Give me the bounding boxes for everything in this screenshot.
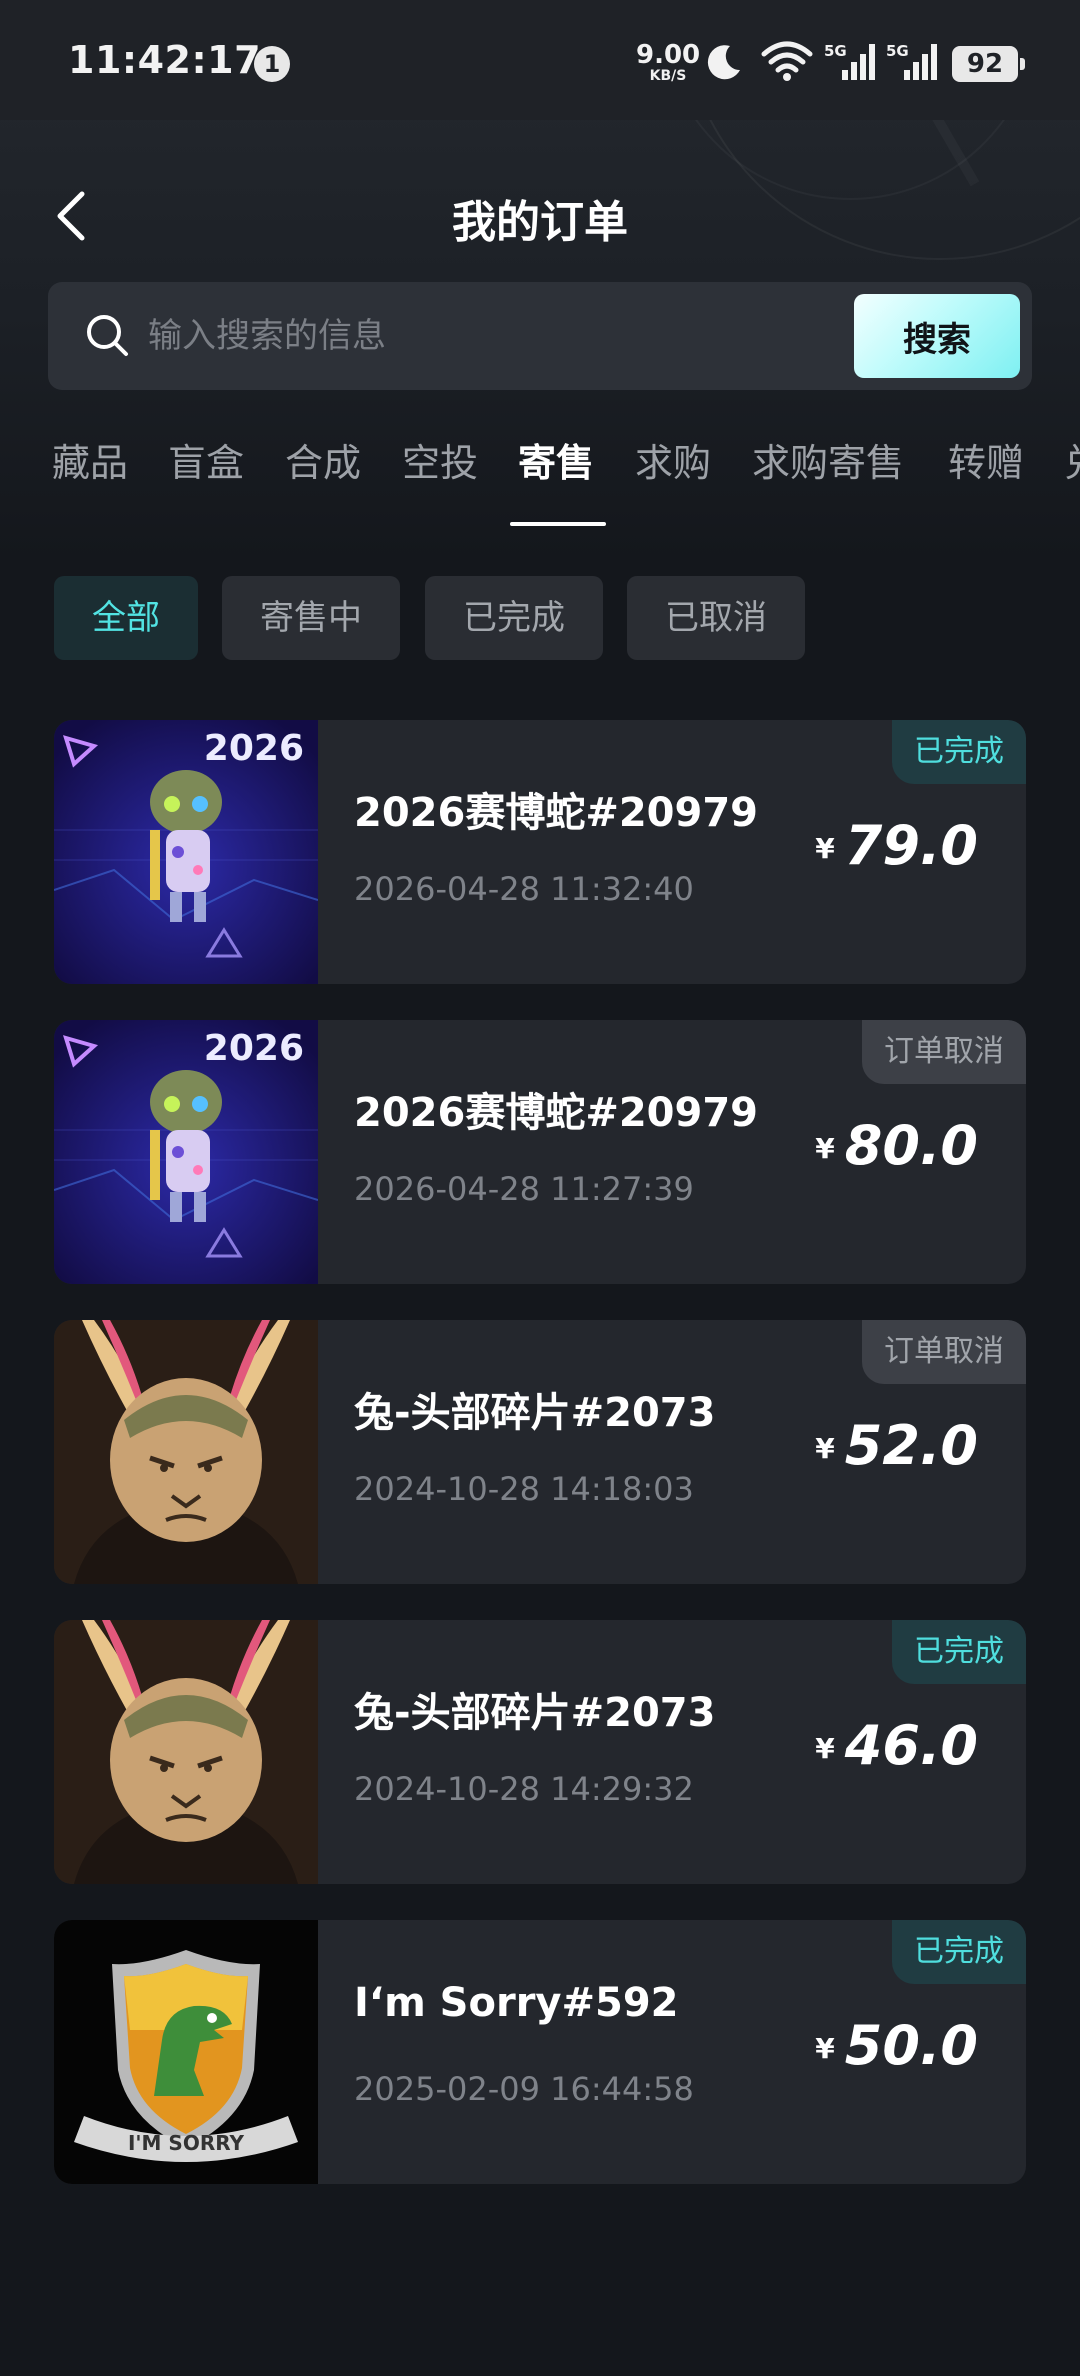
currency-symbol: ¥ <box>815 1732 835 1765</box>
tab-consignment[interactable]: 寄售 <box>518 432 594 487</box>
filter-completed[interactable]: 已完成 <box>425 576 603 660</box>
network-speed: 9.00 KB/S <box>636 42 700 84</box>
nft-thumbnail: I'M SORRY <box>54 1920 318 2184</box>
thumb-label: 2026 <box>204 728 304 769</box>
currency-symbol: ¥ <box>815 832 835 865</box>
tab-exchange[interactable]: 兑 <box>1064 432 1080 487</box>
order-time: 2026-04-28 11:27:39 <box>354 1170 694 1208</box>
order-item-name: 2026赛博蛇#20979 <box>354 790 759 836</box>
order-time: 2024-10-28 14:29:32 <box>354 1770 694 1808</box>
order-time: 2025-02-09 16:44:58 <box>354 2070 694 2108</box>
order-card[interactable]: 2026 2026赛博蛇#20979 2026-04-28 11:32:40 ¥… <box>54 720 1026 984</box>
wifi-icon <box>761 41 813 81</box>
nft-thumbnail: 2026 <box>54 720 318 984</box>
currency-symbol: ¥ <box>815 1432 835 1465</box>
tab-active-indicator <box>510 522 606 526</box>
nft-thumbnail <box>54 1620 318 1884</box>
svg-text:5G: 5G <box>824 42 847 60</box>
order-time: 2026-04-28 11:32:40 <box>354 870 694 908</box>
search-input[interactable] <box>148 306 888 366</box>
status-badge: 已完成 <box>892 720 1026 784</box>
order-item-name: 兔-头部碎片#2073 <box>354 1390 716 1436</box>
thumb-label: 2026 <box>204 1028 304 1069</box>
search-button[interactable]: 搜索 <box>854 294 1020 378</box>
signal-5g-icon: 5G <box>824 42 875 80</box>
price-value: 80.0 <box>844 1114 978 1177</box>
status-time: 11:42:17 <box>68 38 262 82</box>
tab-airdrop[interactable]: 空投 <box>402 432 478 487</box>
network-speed-value: 9.00 <box>636 40 701 70</box>
order-item-name: 兔-头部碎片#2073 <box>354 1690 716 1736</box>
tab-collections[interactable]: 藏品 <box>52 432 128 487</box>
category-tabs: 藏品 盲盒 合成 空投 寄售 求购 求购寄售 转赠 兑 <box>0 424 1080 534</box>
page-title: 我的订单 <box>452 197 628 248</box>
tab-transfer[interactable]: 转赠 <box>948 432 1024 487</box>
currency-symbol: ¥ <box>815 2032 835 2065</box>
order-price: ¥80.0 <box>815 1114 978 1177</box>
filter-cancelled[interactable]: 已取消 <box>627 576 805 660</box>
tab-purchase-request[interactable]: 求购 <box>635 432 711 487</box>
tab-synthesis[interactable]: 合成 <box>285 432 361 487</box>
notification-badge: 1 <box>254 46 290 82</box>
network-speed-unit: KB/S <box>649 68 687 84</box>
svg-text:5G: 5G <box>886 42 909 60</box>
status-bar: 11:42:17 1 9.00 KB/S 5G 5G 92 <box>0 0 1080 120</box>
search-bar: 搜索 <box>48 282 1032 390</box>
tab-purchase-consignment[interactable]: 求购寄售 <box>752 432 904 487</box>
price-value: 50.0 <box>844 2014 978 2077</box>
tab-blind-box[interactable]: 盲盒 <box>168 432 244 487</box>
price-value: 79.0 <box>844 814 978 877</box>
thumb-label: I'M SORRY <box>128 2131 245 2155</box>
price-value: 46.0 <box>844 1714 978 1777</box>
search-icon <box>87 315 128 356</box>
order-time: 2024-10-28 14:18:03 <box>354 1470 694 1508</box>
order-item-name: I‘m Sorry#592 <box>354 1980 679 2026</box>
filter-on-sale[interactable]: 寄售中 <box>222 576 400 660</box>
order-price: ¥79.0 <box>815 814 978 877</box>
order-price: ¥46.0 <box>815 1714 978 1777</box>
moon-icon <box>707 45 740 80</box>
price-value: 52.0 <box>844 1414 978 1477</box>
filter-all[interactable]: 全部 <box>54 576 198 660</box>
order-price: ¥50.0 <box>815 2014 978 2077</box>
order-card[interactable]: 兔-头部碎片#2073 2024-10-28 14:18:03 ¥52.0 订单… <box>54 1320 1026 1584</box>
order-card[interactable]: 2026 2026赛博蛇#20979 2026-04-28 11:27:39 ¥… <box>54 1020 1026 1284</box>
status-badge: 已完成 <box>892 1620 1026 1684</box>
battery-icon: 92 <box>952 46 1025 82</box>
order-card[interactable]: I'M SORRY I‘m Sorry#592 2025-02-09 16:44… <box>54 1920 1026 2184</box>
status-badge: 订单取消 <box>862 1020 1026 1084</box>
status-badge: 已完成 <box>892 1920 1026 1984</box>
currency-symbol: ¥ <box>815 1132 835 1165</box>
order-price: ¥52.0 <box>815 1414 978 1477</box>
order-item-name: 2026赛博蛇#20979 <box>354 1090 759 1136</box>
nft-thumbnail <box>54 1320 318 1584</box>
order-card[interactable]: 兔-头部碎片#2073 2024-10-28 14:29:32 ¥46.0 已完… <box>54 1620 1026 1884</box>
status-badge: 订单取消 <box>862 1320 1026 1384</box>
signal-5g-icon-2: 5G <box>886 42 937 80</box>
nft-thumbnail: 2026 <box>54 1020 318 1284</box>
